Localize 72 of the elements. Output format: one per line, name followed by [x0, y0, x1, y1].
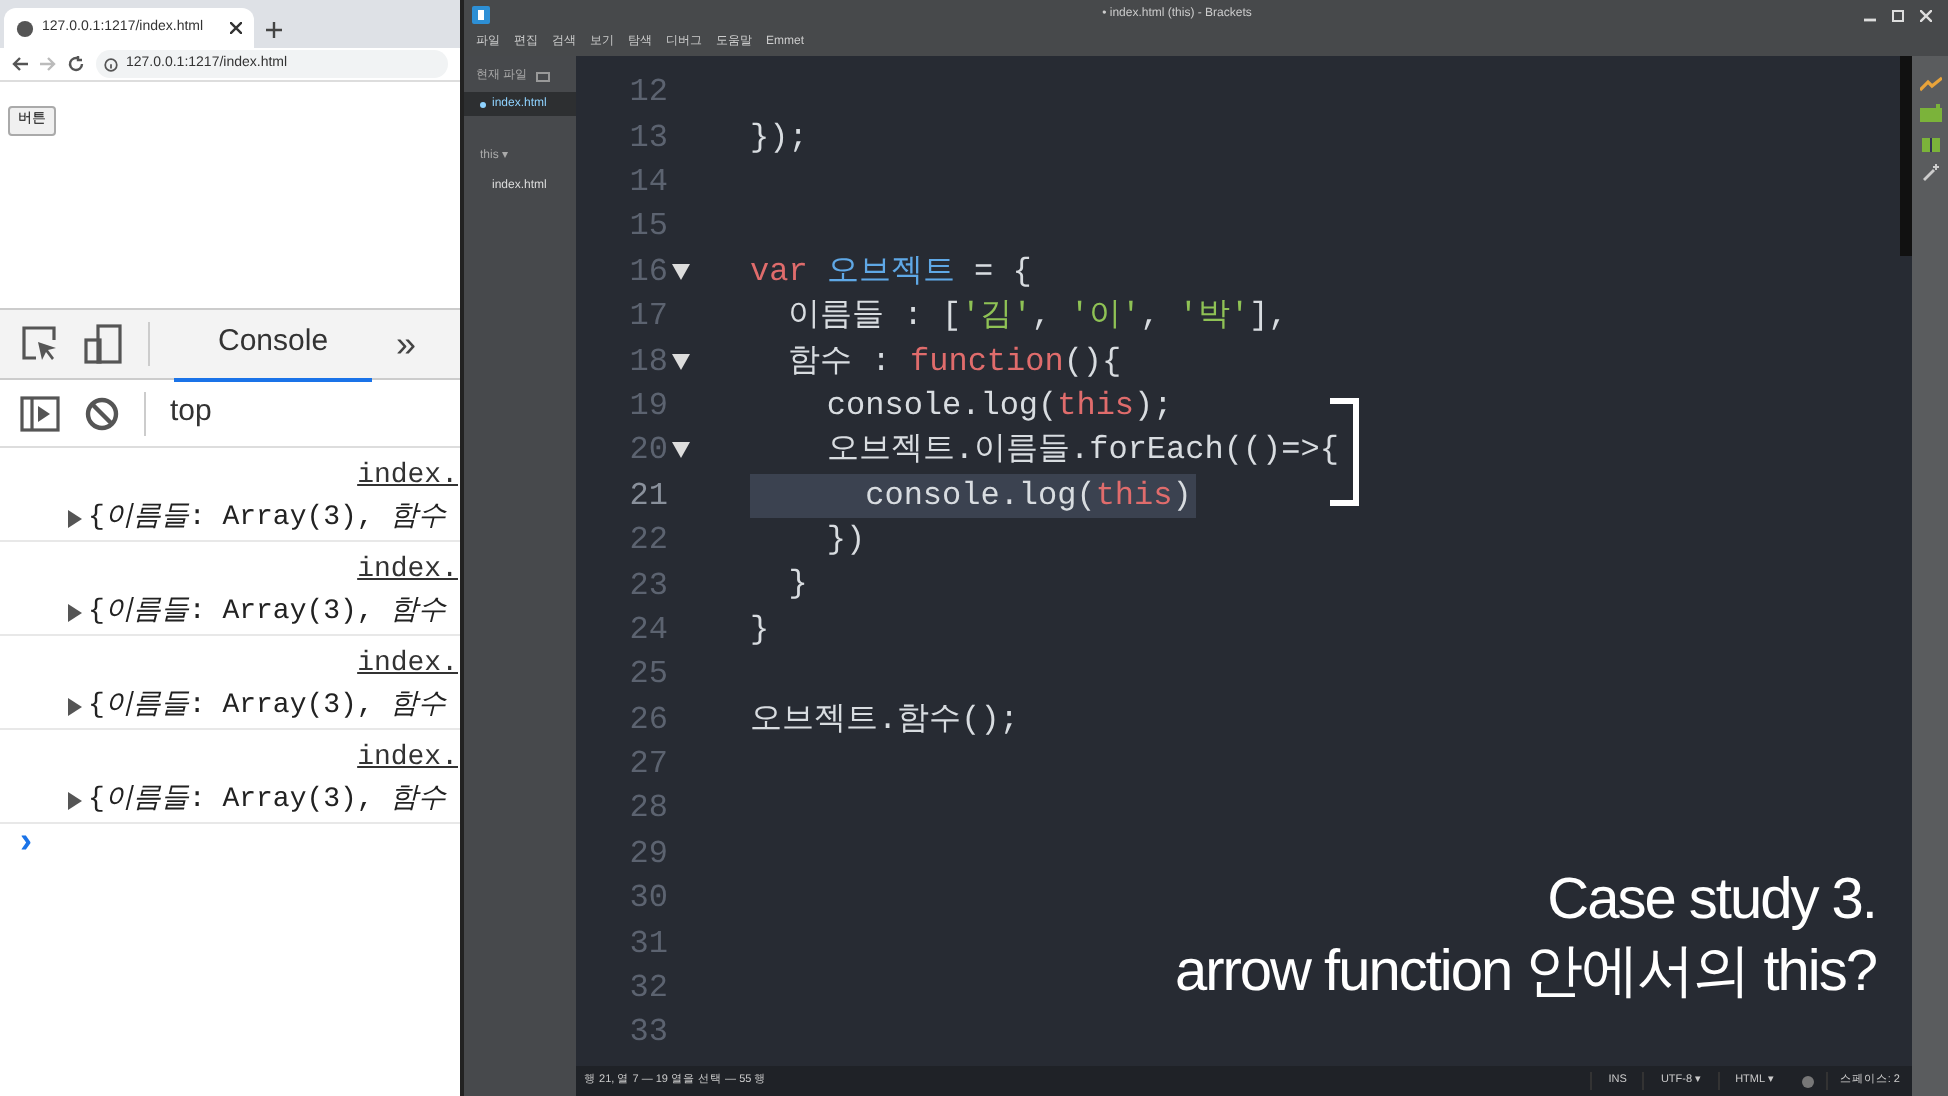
- line-number: 23: [627, 565, 668, 607]
- app-icon: [472, 6, 490, 24]
- line-number: 14: [627, 161, 668, 204]
- line-number: 20: [627, 430, 668, 473]
- line-number: 31: [627, 923, 668, 966]
- line-number: 24: [627, 609, 668, 652]
- log-object: {이름들: Array(3), 함수: [88, 594, 447, 632]
- maximize-icon[interactable]: [1892, 9, 1904, 21]
- line-number: 17: [627, 296, 668, 339]
- line-number: 19: [627, 385, 668, 428]
- code-line: }: [750, 609, 770, 652]
- line-number: 28: [627, 788, 668, 831]
- code-line: }): [824, 520, 866, 563]
- source-link[interactable]: index.: [357, 738, 460, 780]
- new-tab-icon[interactable]: [266, 22, 282, 38]
- line-number: 27: [627, 744, 668, 787]
- line-number: 22: [627, 520, 668, 563]
- expand-triangle-icon[interactable]: [68, 604, 82, 622]
- fold-triangle-icon[interactable]: [672, 353, 690, 370]
- info-icon: [104, 57, 118, 71]
- console-prompt[interactable]: ›: [0, 824, 460, 856]
- more-tabs[interactable]: »: [396, 317, 417, 371]
- wand-icon[interactable]: [1921, 164, 1939, 182]
- line-number: 25: [627, 654, 668, 697]
- zigzag-icon[interactable]: [1919, 76, 1941, 92]
- sidebar-toggle-icon[interactable]: [20, 395, 60, 431]
- brick-icon[interactable]: [1919, 104, 1941, 122]
- line-number: 15: [627, 206, 668, 249]
- fold-triangle-icon[interactable]: [672, 442, 690, 459]
- clear-console-icon[interactable]: [84, 395, 120, 431]
- line-number: 16: [627, 251, 668, 294]
- log-object: {이름들: Array(3), 함수: [88, 782, 447, 820]
- code-line: 오브젝트.함수();: [750, 699, 1019, 742]
- source-link[interactable]: index.: [357, 456, 460, 498]
- line-number: 29: [627, 833, 668, 876]
- code-line: });: [750, 117, 808, 160]
- context-selector[interactable]: top: [170, 390, 212, 436]
- line-number: 12: [627, 72, 668, 115]
- code-line: var 오브젝트 = {: [750, 251, 1032, 294]
- code-line: }: [786, 564, 808, 607]
- expand-triangle-icon[interactable]: [68, 510, 82, 528]
- gift-icon[interactable]: [1921, 134, 1939, 152]
- fold-triangle-icon[interactable]: [672, 263, 690, 280]
- console-tab[interactable]: Console: [174, 305, 373, 383]
- caption-text: Case study 3.: [1547, 866, 1876, 936]
- source-link[interactable]: index.: [357, 644, 460, 686]
- line-number: 21: [627, 475, 668, 518]
- back-icon[interactable]: [12, 56, 28, 72]
- code-line: 오브젝트.이름들.forEach(()=>{: [824, 430, 1339, 473]
- log-object: {이름들: Array(3), 함수: [88, 500, 447, 538]
- code-line: 함수 : function(){: [786, 341, 1122, 384]
- line-number: 13: [627, 117, 668, 160]
- code-line: 이름들 : ['김', '이', '박'],: [786, 296, 1288, 339]
- reload-icon[interactable]: [68, 56, 84, 72]
- line-number: 32: [627, 968, 668, 1011]
- split-icon[interactable]: [535, 71, 550, 81]
- line-number: 33: [627, 1012, 668, 1055]
- caption-text: arrow function 안에서의 this?: [1174, 938, 1876, 1008]
- close-icon[interactable]: [230, 22, 242, 34]
- inspect-icon[interactable]: [20, 324, 60, 364]
- device-icon[interactable]: [84, 324, 124, 364]
- code-line: console.log(this);: [824, 385, 1173, 428]
- log-object: {이름들: Array(3), 함수: [88, 688, 447, 726]
- expand-triangle-icon[interactable]: [68, 792, 82, 810]
- line-number: 26: [627, 699, 668, 742]
- line-number: 18: [627, 341, 668, 384]
- expand-triangle-icon[interactable]: [68, 698, 82, 716]
- source-link[interactable]: index.: [357, 550, 460, 592]
- line-number: 30: [627, 878, 668, 921]
- scrollbar[interactable]: [1900, 56, 1912, 256]
- linter-status-icon: [1801, 1075, 1814, 1087]
- globe-icon: [16, 19, 34, 37]
